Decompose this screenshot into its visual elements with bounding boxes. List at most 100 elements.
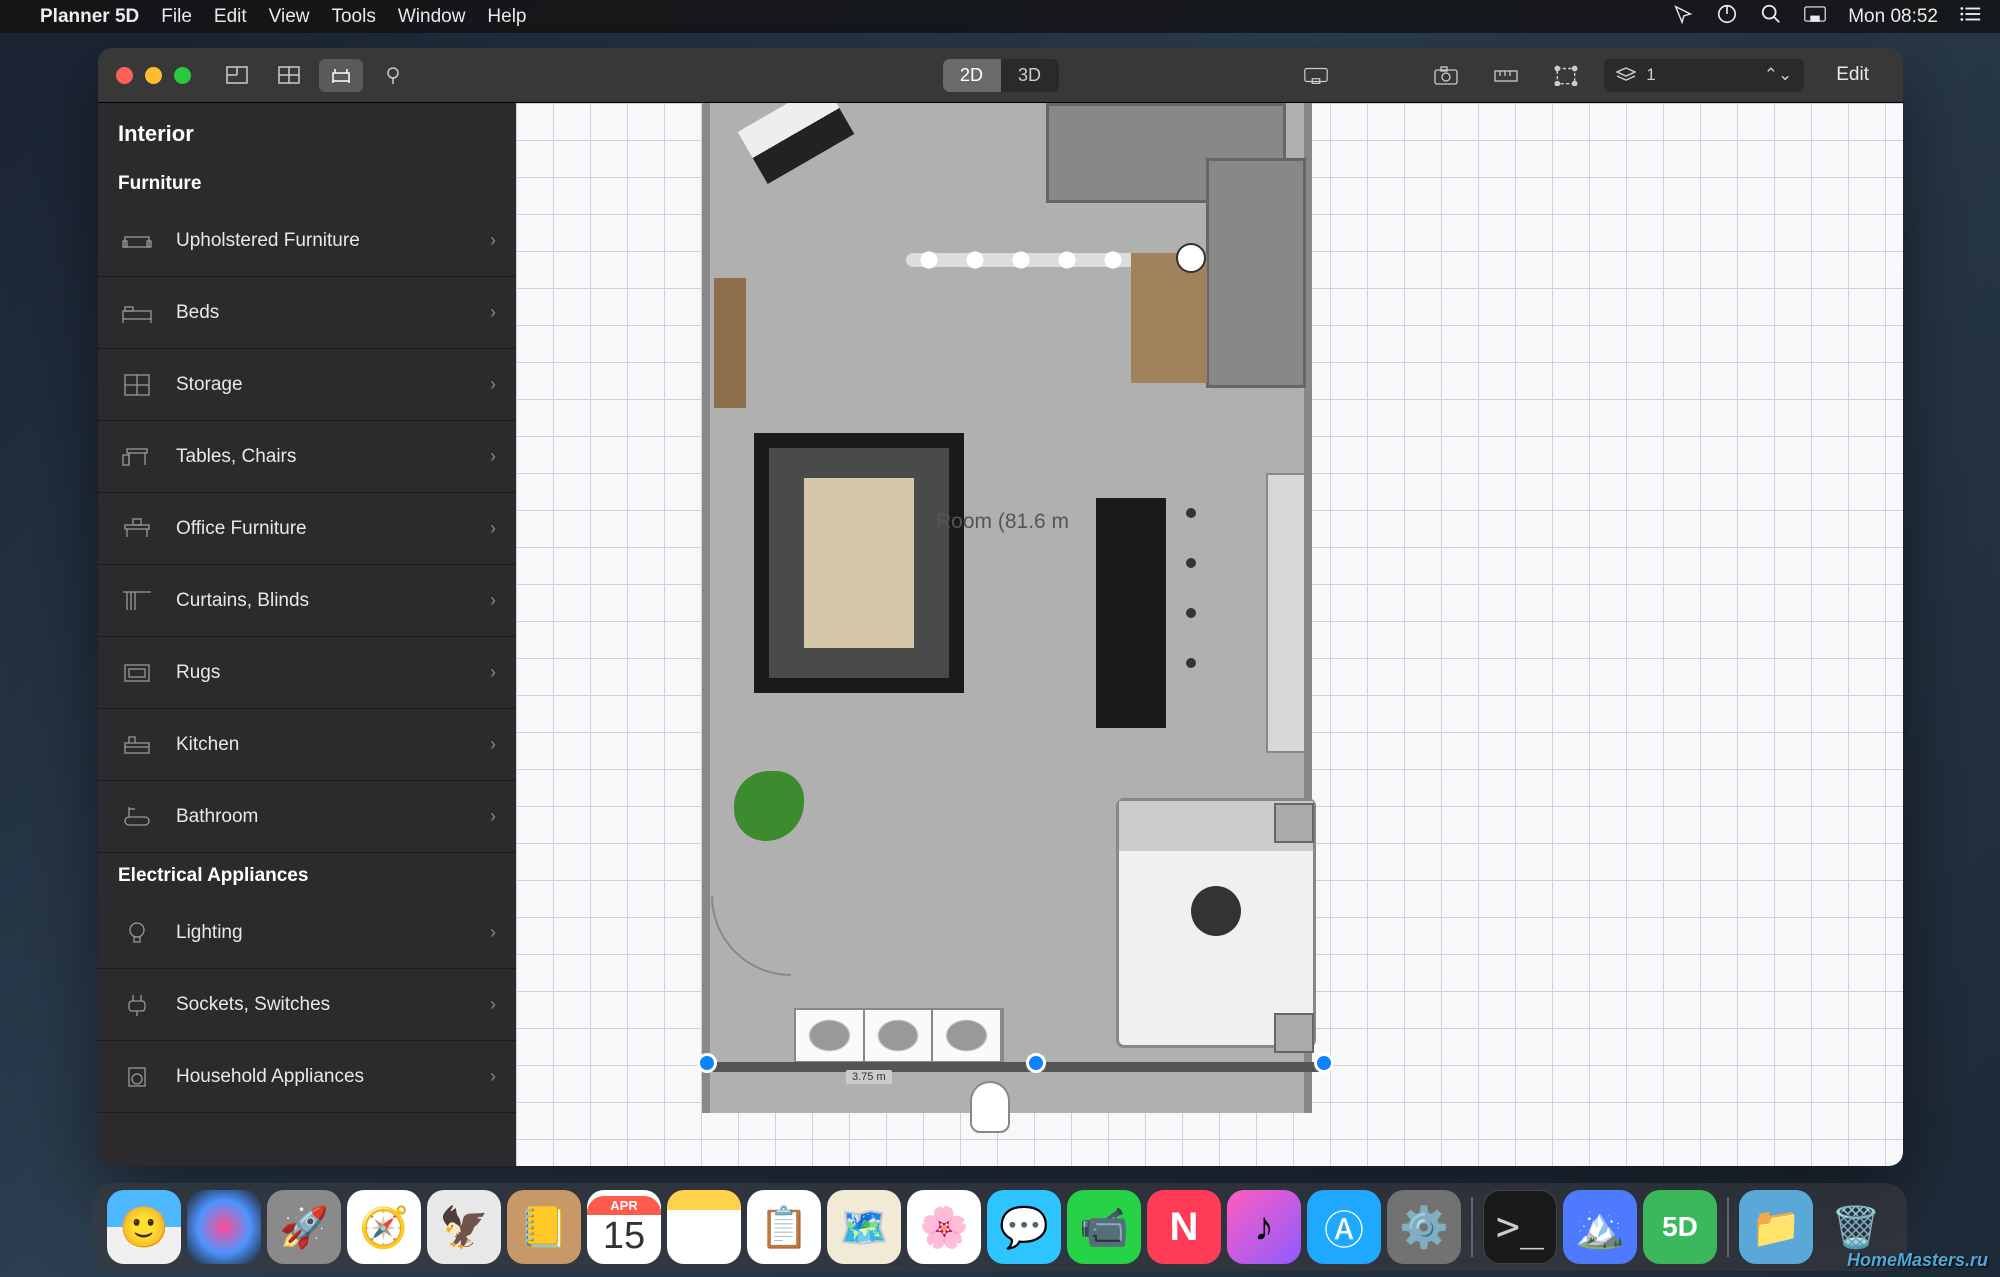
tool-walls-icon[interactable] (215, 59, 259, 92)
menu-list-icon[interactable] (1960, 3, 1982, 31)
sidebar-item-kitchen[interactable]: Kitchen› (98, 709, 516, 781)
cursor-icon[interactable] (1672, 3, 1694, 31)
furniture-dining-set[interactable] (754, 433, 964, 693)
wall-handle[interactable] (1314, 1053, 1334, 1073)
sidebar-item-office[interactable]: Office Furniture› (98, 493, 516, 565)
dock-downloads-icon[interactable]: 📁 (1739, 1190, 1813, 1264)
dock-mail-icon[interactable]: 🦅 (427, 1190, 501, 1264)
sidebar-title: Interior (98, 103, 516, 161)
dock-siri-icon[interactable] (187, 1190, 261, 1264)
snap-icon[interactable] (1544, 59, 1588, 92)
tool-furniture-icon[interactable] (319, 59, 363, 92)
mode-buttons (215, 59, 415, 92)
stool-icon[interactable] (1186, 508, 1196, 518)
dock-terminal-icon[interactable]: >_ (1483, 1190, 1557, 1264)
maximize-button[interactable] (174, 67, 191, 84)
view-toggle: 2D 3D (943, 59, 1059, 92)
ar-view-icon[interactable] (1294, 59, 1338, 92)
furniture-sofa-2[interactable] (1206, 158, 1306, 388)
dock-itunes-icon[interactable]: ♪ (1227, 1190, 1301, 1264)
furniture-kitchen-counter[interactable] (1266, 473, 1306, 753)
sidebar-item-appliances[interactable]: Household Appliances› (98, 1041, 516, 1113)
sidebar-item-lighting[interactable]: Lighting› (98, 897, 516, 969)
edit-button[interactable]: Edit (1820, 59, 1885, 92)
furniture-sideboard[interactable] (714, 278, 746, 408)
floorplan-canvas[interactable]: Room (81.6 m 3.75 m (516, 103, 1903, 1166)
app-name[interactable]: Planner 5D (40, 6, 139, 28)
menu-window[interactable]: Window (398, 6, 466, 28)
dock-safari-icon[interactable]: 🧭 (347, 1190, 421, 1264)
dock-launchpad-icon[interactable]: 🚀 (267, 1190, 341, 1264)
furniture-nightstand[interactable] (1274, 803, 1314, 843)
camera-icon[interactable] (1424, 59, 1468, 92)
content: Interior Furniture Upholstered Furniture… (98, 103, 1903, 1166)
dock-calendar-icon[interactable]: APR 15 (587, 1190, 661, 1264)
furniture-track-light[interactable] (906, 253, 1136, 267)
sidebar-item-tables[interactable]: Tables, Chairs› (98, 421, 516, 493)
layer-selector[interactable]: 1 ⌃⌄ (1604, 59, 1804, 92)
minimize-button[interactable] (145, 67, 162, 84)
chevron-right-icon: › (490, 374, 496, 395)
menu-help[interactable]: Help (487, 6, 526, 28)
sidebar-item-rugs[interactable]: Rugs› (98, 637, 516, 709)
tool-exterior-icon[interactable] (371, 59, 415, 92)
chevron-right-icon: › (490, 734, 496, 755)
sidebar-item-storage[interactable]: Storage› (98, 349, 516, 421)
view-3d-button[interactable]: 3D (1001, 59, 1059, 92)
control-center-icon[interactable] (1804, 3, 1826, 31)
dock-contacts-icon[interactable]: 📒 (507, 1190, 581, 1264)
dock-finder-icon[interactable]: 🙂 (107, 1190, 181, 1264)
sidebar-scroll[interactable]: Furniture Upholstered Furniture› Beds› S… (98, 161, 516, 1166)
dock-reminders-icon[interactable]: 📋 (747, 1190, 821, 1264)
sidebar-item-beds[interactable]: Beds› (98, 277, 516, 349)
chevron-right-icon: › (490, 518, 496, 539)
menu-file[interactable]: File (161, 6, 192, 28)
sidebar-item-curtains[interactable]: Curtains, Blinds› (98, 565, 516, 637)
dock-messages-icon[interactable]: 💬 (987, 1190, 1061, 1264)
dock-news-icon[interactable]: N (1147, 1190, 1221, 1264)
selected-wall[interactable] (702, 1062, 1328, 1072)
tool-rooms-icon[interactable] (267, 59, 311, 92)
sofa-icon (118, 225, 156, 257)
menu-view[interactable]: View (269, 6, 310, 28)
furniture-kitchen-island[interactable] (1096, 498, 1166, 728)
chevron-right-icon: › (490, 230, 496, 251)
dock-planner5d-icon[interactable]: 5D (1643, 1190, 1717, 1264)
furniture-nightstand[interactable] (1274, 1013, 1314, 1053)
dock-maps-icon[interactable]: 🗺️ (827, 1190, 901, 1264)
wall-handle[interactable] (1026, 1053, 1046, 1073)
power-icon[interactable] (1716, 3, 1738, 31)
chevron-right-icon: › (490, 922, 496, 943)
furniture-floor-lamp[interactable] (1176, 243, 1206, 273)
furniture-storage-unit[interactable] (794, 1008, 1004, 1063)
section-furniture: Furniture (98, 161, 516, 205)
sidebar-item-sockets[interactable]: Sockets, Switches› (98, 969, 516, 1041)
dock-facetime-icon[interactable]: 📹 (1067, 1190, 1141, 1264)
office-icon (118, 513, 156, 545)
stool-icon[interactable] (1186, 608, 1196, 618)
spotlight-icon[interactable] (1760, 3, 1782, 31)
dock-photos-icon[interactable]: 🌸 (907, 1190, 981, 1264)
sidebar: Interior Furniture Upholstered Furniture… (98, 103, 516, 1166)
dock-separator (1471, 1197, 1473, 1257)
chevron-right-icon: › (490, 590, 496, 611)
stool-icon[interactable] (1186, 658, 1196, 668)
macos-menubar: Planner 5D File Edit View Tools Window H… (0, 0, 2000, 33)
sidebar-item-upholstered[interactable]: Upholstered Furniture› (98, 205, 516, 277)
close-button[interactable] (116, 67, 133, 84)
ruler-icon[interactable] (1484, 59, 1528, 92)
menu-edit[interactable]: Edit (214, 6, 247, 28)
furniture-coffee-table[interactable] (1131, 253, 1207, 383)
dock-notes-icon[interactable] (667, 1190, 741, 1264)
clock[interactable]: Mon 08:52 (1848, 6, 1938, 28)
furniture-toilet[interactable] (970, 1081, 1010, 1133)
wall-handle[interactable] (697, 1053, 717, 1073)
menu-tools[interactable]: Tools (331, 6, 375, 28)
dock-app-icon[interactable]: 🏔️ (1563, 1190, 1637, 1264)
dock-appstore-icon[interactable]: Ⓐ (1307, 1190, 1381, 1264)
stool-icon[interactable] (1186, 558, 1196, 568)
sidebar-item-bathroom[interactable]: Bathroom› (98, 781, 516, 853)
dock-settings-icon[interactable]: ⚙️ (1387, 1190, 1461, 1264)
dock-separator (1727, 1197, 1729, 1257)
view-2d-button[interactable]: 2D (943, 59, 1001, 92)
